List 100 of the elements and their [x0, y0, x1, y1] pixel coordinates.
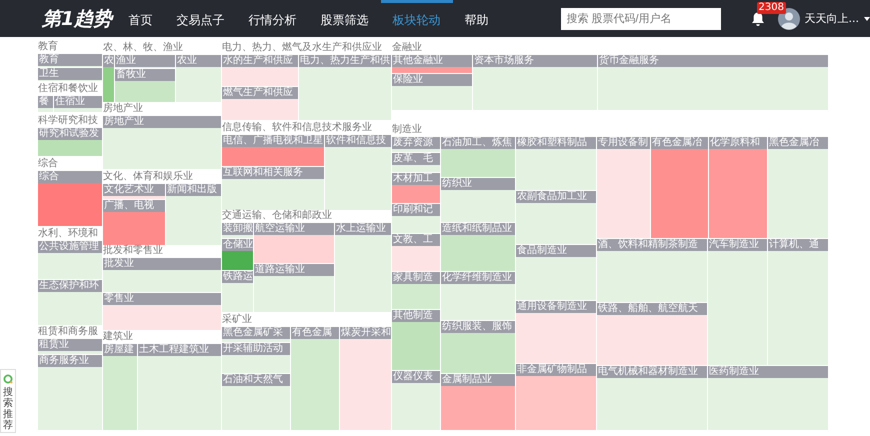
- treemap-tile[interactable]: 专用设备制: [597, 137, 650, 238]
- treemap-tile[interactable]: 研究和试验发: [38, 128, 102, 156]
- treemap-tile[interactable]: 货币金融服务: [598, 55, 828, 110]
- treemap-tile[interactable]: 石油和天然气: [222, 374, 290, 430]
- treemap-tile[interactable]: 保险业: [392, 74, 472, 110]
- treemap-tile[interactable]: 通用设备制造业: [516, 301, 596, 363]
- tile-label: 住宿业: [54, 96, 102, 108]
- treemap-tile[interactable]: 房屋建: [103, 344, 137, 430]
- treemap-tile[interactable]: 文教、工: [392, 234, 440, 271]
- treemap-tile[interactable]: 农副食品加工业: [516, 191, 596, 244]
- treemap-tile[interactable]: 航空运输业: [254, 223, 334, 263]
- treemap-tile[interactable]: 其他制造: [392, 310, 440, 370]
- treemap-tile[interactable]: 燃气生产和供应: [222, 87, 298, 120]
- group-title: 采矿业: [222, 314, 253, 326]
- treemap-tile[interactable]: 资本市场服务: [473, 55, 597, 110]
- treemap-tile[interactable]: 公共设施管理: [38, 241, 102, 279]
- tile-label: 土木工程建筑业: [138, 344, 221, 356]
- treemap-tile[interactable]: 有色金属冶: [651, 137, 708, 238]
- treemap-tile[interactable]: 卫生: [38, 68, 102, 81]
- treemap-tile[interactable]: 食品制造业: [516, 245, 596, 300]
- group-title: 综合: [38, 158, 59, 170]
- treemap-tile[interactable]: 铁路运: [222, 271, 253, 312]
- treemap-tile[interactable]: 软件和信息技: [325, 135, 391, 210]
- treemap-tile[interactable]: 汽车制造业: [708, 239, 767, 365]
- treemap-tile[interactable]: 农: [103, 55, 114, 102]
- treemap-tile[interactable]: 水上运输业: [335, 223, 391, 312]
- treemap-tile[interactable]: 综合: [38, 171, 102, 226]
- treemap-tile[interactable]: 仪器仪表: [392, 371, 440, 430]
- treemap-tile[interactable]: 非金属矿物制品: [516, 364, 596, 430]
- treemap-tile[interactable]: 零售业: [103, 293, 221, 330]
- widget-label: 搜索推荐: [3, 387, 13, 431]
- treemap-tile[interactable]: 纺织业: [441, 178, 515, 222]
- treemap-tile[interactable]: 渔业: [115, 55, 175, 68]
- tile-label: 仓储业: [222, 239, 253, 251]
- nav-link[interactable]: 行情分析: [236, 0, 308, 37]
- tile-label: 电信、广播电视和卫星: [222, 135, 324, 147]
- treemap-tile[interactable]: 批发业: [103, 258, 221, 292]
- treemap-tile[interactable]: 商务服务业: [38, 355, 102, 430]
- tile-label: 农: [103, 55, 114, 67]
- nav-link[interactable]: 股票筛选: [308, 0, 380, 37]
- treemap-tile[interactable]: 橡胶和塑料制品: [516, 137, 596, 190]
- treemap-tile[interactable]: 金属制品业: [441, 374, 515, 430]
- treemap-tile[interactable]: 医药制造业: [708, 366, 828, 430]
- tile-label: 综合: [38, 171, 102, 183]
- treemap-tile[interactable]: 石油加工、炼焦: [441, 137, 515, 177]
- treemap-tile[interactable]: 黑色金属矿采: [222, 327, 290, 342]
- treemap-tile[interactable]: 畜牧业: [115, 69, 175, 102]
- treemap-tile[interactable]: 电信、广播电视和卫星: [222, 135, 324, 166]
- caret-icon[interactable]: [864, 16, 870, 20]
- nav-link[interactable]: 板块轮动: [380, 0, 452, 37]
- treemap-tile[interactable]: 土木工程建筑业: [138, 344, 221, 430]
- treemap-tile[interactable]: 酒、饮料和精制茶制造: [597, 239, 707, 302]
- treemap-tile[interactable]: 租赁业: [38, 339, 102, 354]
- treemap-tile[interactable]: 互联网和相关服务: [222, 167, 324, 210]
- treemap-tile[interactable]: 化学原料和: [709, 137, 767, 238]
- treemap-tile[interactable]: 文化艺术业: [103, 184, 165, 199]
- treemap-tile[interactable]: 造纸和纸制品业: [441, 223, 515, 271]
- nav-link[interactable]: 交易点子: [164, 0, 236, 37]
- tile-label: 生态保护和环: [38, 280, 102, 292]
- treemap-tile[interactable]: 家具制造: [392, 272, 440, 309]
- treemap-tile[interactable]: 住宿业: [54, 96, 102, 112]
- treemap-tile[interactable]: 广播、电视: [103, 200, 165, 245]
- treemap-tile[interactable]: 皮革、毛: [392, 153, 440, 172]
- treemap-tile[interactable]: 仓储业: [222, 239, 253, 270]
- group-title: 金融业: [392, 42, 423, 54]
- treemap-tile[interactable]: 其他金融业: [392, 55, 472, 73]
- treemap-tile[interactable]: 木材加工: [392, 173, 440, 203]
- group-title: 制造业: [392, 124, 423, 136]
- treemap-tile[interactable]: 煤炭开采和: [340, 327, 391, 430]
- treemap-tile[interactable]: 废弃资源: [392, 137, 440, 152]
- tile-label: 黑色金属矿采: [222, 327, 290, 339]
- treemap-tile[interactable]: 纺织服装、服饰: [441, 321, 515, 373]
- user-name[interactable]: 天天向上...: [804, 11, 859, 26]
- treemap-tile[interactable]: 道路运输业: [254, 264, 334, 312]
- treemap-tile[interactable]: 生态保护和环: [38, 280, 102, 325]
- search-field[interactable]: 搜索 股票代码/用户名: [560, 8, 720, 30]
- treemap-tile[interactable]: 农业: [176, 55, 221, 102]
- treemap-tile[interactable]: 印刷和记: [392, 204, 440, 233]
- treemap-tile[interactable]: 计算机、通: [768, 239, 828, 365]
- treemap-tile[interactable]: 装卸搬: [222, 223, 253, 238]
- nav-link[interactable]: 帮助: [452, 0, 500, 37]
- nav-link[interactable]: 首页: [116, 0, 164, 37]
- treemap-tile[interactable]: 房地产业: [103, 116, 221, 169]
- treemap-tile[interactable]: 水的生产和供应: [222, 55, 298, 86]
- treemap-tile[interactable]: 教育: [38, 54, 102, 67]
- treemap-tile[interactable]: 电力、热力生产和供: [299, 55, 391, 120]
- treemap-tile[interactable]: 餐: [38, 96, 53, 112]
- treemap-tile[interactable]: 开采辅助活动: [222, 343, 290, 373]
- treemap-tile[interactable]: 新闻和出版: [166, 184, 221, 245]
- bell-icon[interactable]: [750, 10, 764, 26]
- treemap-tile[interactable]: 电气机械和器材制造业: [597, 366, 707, 430]
- tile-label: 资本市场服务: [473, 55, 597, 67]
- treemap-tile[interactable]: 有色金属: [291, 327, 339, 430]
- search-recommend-widget[interactable]: 搜索推荐: [0, 369, 16, 433]
- treemap-tile[interactable]: 黑色金属冶: [768, 137, 828, 238]
- tile-label: 其他金融业: [392, 55, 472, 67]
- site-logo[interactable]: 第1趋势: [42, 6, 116, 32]
- treemap-tile[interactable]: 化学纤维制造业: [441, 272, 515, 320]
- treemap-tile[interactable]: 铁路、船舶、航空航天: [597, 303, 707, 365]
- tile-label: 铁路运: [222, 271, 253, 283]
